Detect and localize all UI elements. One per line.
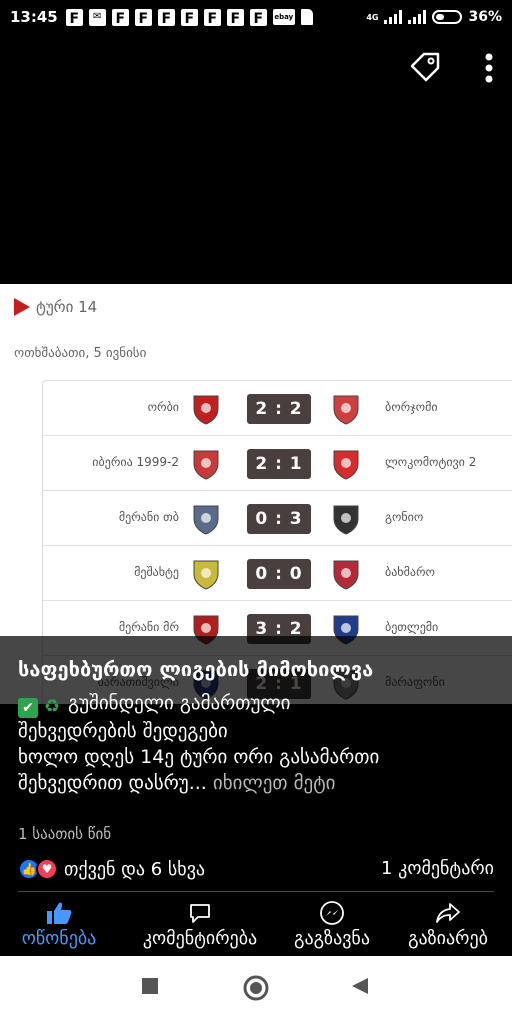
signal-icon bbox=[384, 10, 403, 24]
share-button[interactable]: გაზიარებ bbox=[396, 900, 500, 949]
match-score: 0 : 0 bbox=[247, 559, 311, 589]
home-team-logo-icon bbox=[193, 560, 219, 590]
home-icon[interactable] bbox=[242, 974, 270, 1002]
battery-icon bbox=[432, 10, 463, 24]
facebook-icon: F bbox=[203, 8, 221, 26]
notification-icons: F ✉ F F F F F F F ebay bbox=[65, 8, 313, 26]
match-row: მეშახტე 0 : 0 ბახმარო bbox=[43, 546, 512, 601]
facebook-icon: F bbox=[180, 8, 198, 26]
like-button[interactable]: ოწონება bbox=[16, 900, 102, 949]
home-team-logo-icon bbox=[193, 395, 219, 425]
status-bar: 13:45 F ✉ F F F F F F F ebay 4G 36% bbox=[0, 0, 512, 34]
play-icon bbox=[14, 298, 30, 316]
facebook-icon: F bbox=[134, 8, 152, 26]
home-team-name: ორბი bbox=[147, 400, 179, 414]
comment-button[interactable]: კომენტირება bbox=[122, 900, 278, 949]
match-score: 2 : 2 bbox=[247, 394, 311, 424]
ebay-icon: ebay bbox=[272, 9, 295, 25]
status-time: 13:45 bbox=[10, 8, 58, 26]
away-team-name: ბახმარო bbox=[385, 565, 435, 579]
more-vertical-icon[interactable] bbox=[484, 52, 494, 84]
navigation-bar bbox=[0, 956, 512, 1024]
share-icon bbox=[436, 903, 460, 923]
thumbs-up-icon bbox=[47, 902, 72, 924]
tag-icon[interactable] bbox=[408, 50, 444, 86]
facebook-icon: F bbox=[111, 8, 129, 26]
facebook-icon: F bbox=[226, 8, 244, 26]
round-title: ტური 14 bbox=[14, 298, 97, 316]
action-bar: ოწონება კომენტირება გაგზავნა გაზიარებ bbox=[0, 900, 512, 956]
back-icon[interactable] bbox=[350, 976, 370, 996]
love-reaction-icon: ♥ bbox=[36, 858, 58, 880]
facebook-icon: F bbox=[65, 8, 83, 26]
post-body: ✔ ♻ გუშინდელი გამართული შეხვედრების შედეგ… bbox=[18, 692, 380, 794]
network-label: 4G bbox=[366, 12, 379, 22]
away-team-name: ლოკომოტივი 2 bbox=[385, 455, 477, 469]
post-time: 1 საათის წინ bbox=[18, 825, 112, 843]
home-team-name: მეშახტე bbox=[134, 565, 179, 579]
home-team-name: იბერია 1999-2 bbox=[92, 455, 179, 469]
home-team-name: მერანი თბ bbox=[118, 510, 179, 524]
match-row: ორბი 2 : 2 ბორჯომი bbox=[43, 381, 512, 436]
match-score: 2 : 1 bbox=[247, 449, 311, 479]
post-title: საფეხბურთო ლიგების მიმოხილვა bbox=[18, 657, 374, 681]
away-team-logo-icon bbox=[333, 505, 359, 535]
comment-icon bbox=[190, 904, 210, 923]
check-mark-icon: ✔ bbox=[18, 698, 38, 718]
match-date: ოთხშაბათი, 5 ივნისი bbox=[14, 346, 147, 361]
send-button[interactable]: გაგზავნა bbox=[284, 900, 380, 949]
divider bbox=[18, 891, 494, 892]
messenger-icon: ✉ bbox=[88, 8, 106, 26]
away-team-name: ბორჯომი bbox=[385, 400, 438, 414]
away-team-logo-icon bbox=[333, 450, 359, 480]
see-more-link[interactable]: იხილეთ მეტი bbox=[213, 772, 336, 794]
away-team-logo-icon bbox=[333, 560, 359, 590]
facebook-icon: F bbox=[157, 8, 175, 26]
match-row: მერანი თბ 0 : 3 გონიო bbox=[43, 491, 512, 546]
home-team-logo-icon bbox=[193, 505, 219, 535]
reactions-summary[interactable]: 👍 ♥ თქვენ და 6 სხვა bbox=[18, 858, 205, 880]
sim-card-icon bbox=[300, 9, 313, 25]
photo-toolbar bbox=[408, 50, 494, 86]
signal-icon bbox=[408, 10, 427, 24]
battery-percent: 36% bbox=[468, 9, 502, 25]
facebook-icon: F bbox=[249, 8, 267, 26]
away-team-logo-icon bbox=[333, 395, 359, 425]
match-score: 0 : 3 bbox=[247, 504, 311, 534]
home-team-logo-icon bbox=[193, 450, 219, 480]
away-team-name: ბეთლემი bbox=[385, 620, 439, 634]
recycle-icon: ♻ bbox=[44, 696, 61, 717]
messenger-icon bbox=[320, 901, 344, 925]
match-row: იბერია 1999-2 2 : 1 ლოკომოტივი 2 bbox=[43, 436, 512, 491]
recent-apps-icon[interactable] bbox=[140, 976, 160, 996]
comments-count[interactable]: 1 კომენტარი bbox=[381, 858, 494, 879]
home-team-name: მერანი მრ bbox=[118, 620, 179, 634]
away-team-name: გონიო bbox=[385, 510, 424, 524]
